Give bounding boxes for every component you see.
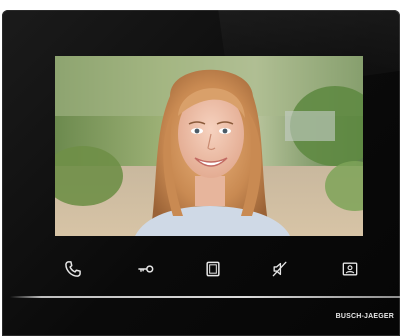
brand-logo: BUSCH-JAEGER <box>335 313 394 320</box>
mute-button[interactable] <box>267 256 293 282</box>
door-open-button[interactable] <box>133 256 159 282</box>
intercom-panel: BUSCH-JAEGER <box>2 10 400 336</box>
phone-icon <box>65 261 81 277</box>
video-screen <box>55 56 363 236</box>
chrome-divider <box>10 296 400 298</box>
square-icon <box>206 261 220 277</box>
muted-speaker-icon <box>272 261 287 277</box>
video-feed <box>55 56 363 236</box>
contacts-button[interactable] <box>337 256 363 282</box>
person-card-icon <box>342 262 358 276</box>
key-icon <box>138 265 154 273</box>
call-button[interactable] <box>60 256 86 282</box>
control-buttons <box>2 256 400 284</box>
light-button[interactable] <box>200 256 226 282</box>
